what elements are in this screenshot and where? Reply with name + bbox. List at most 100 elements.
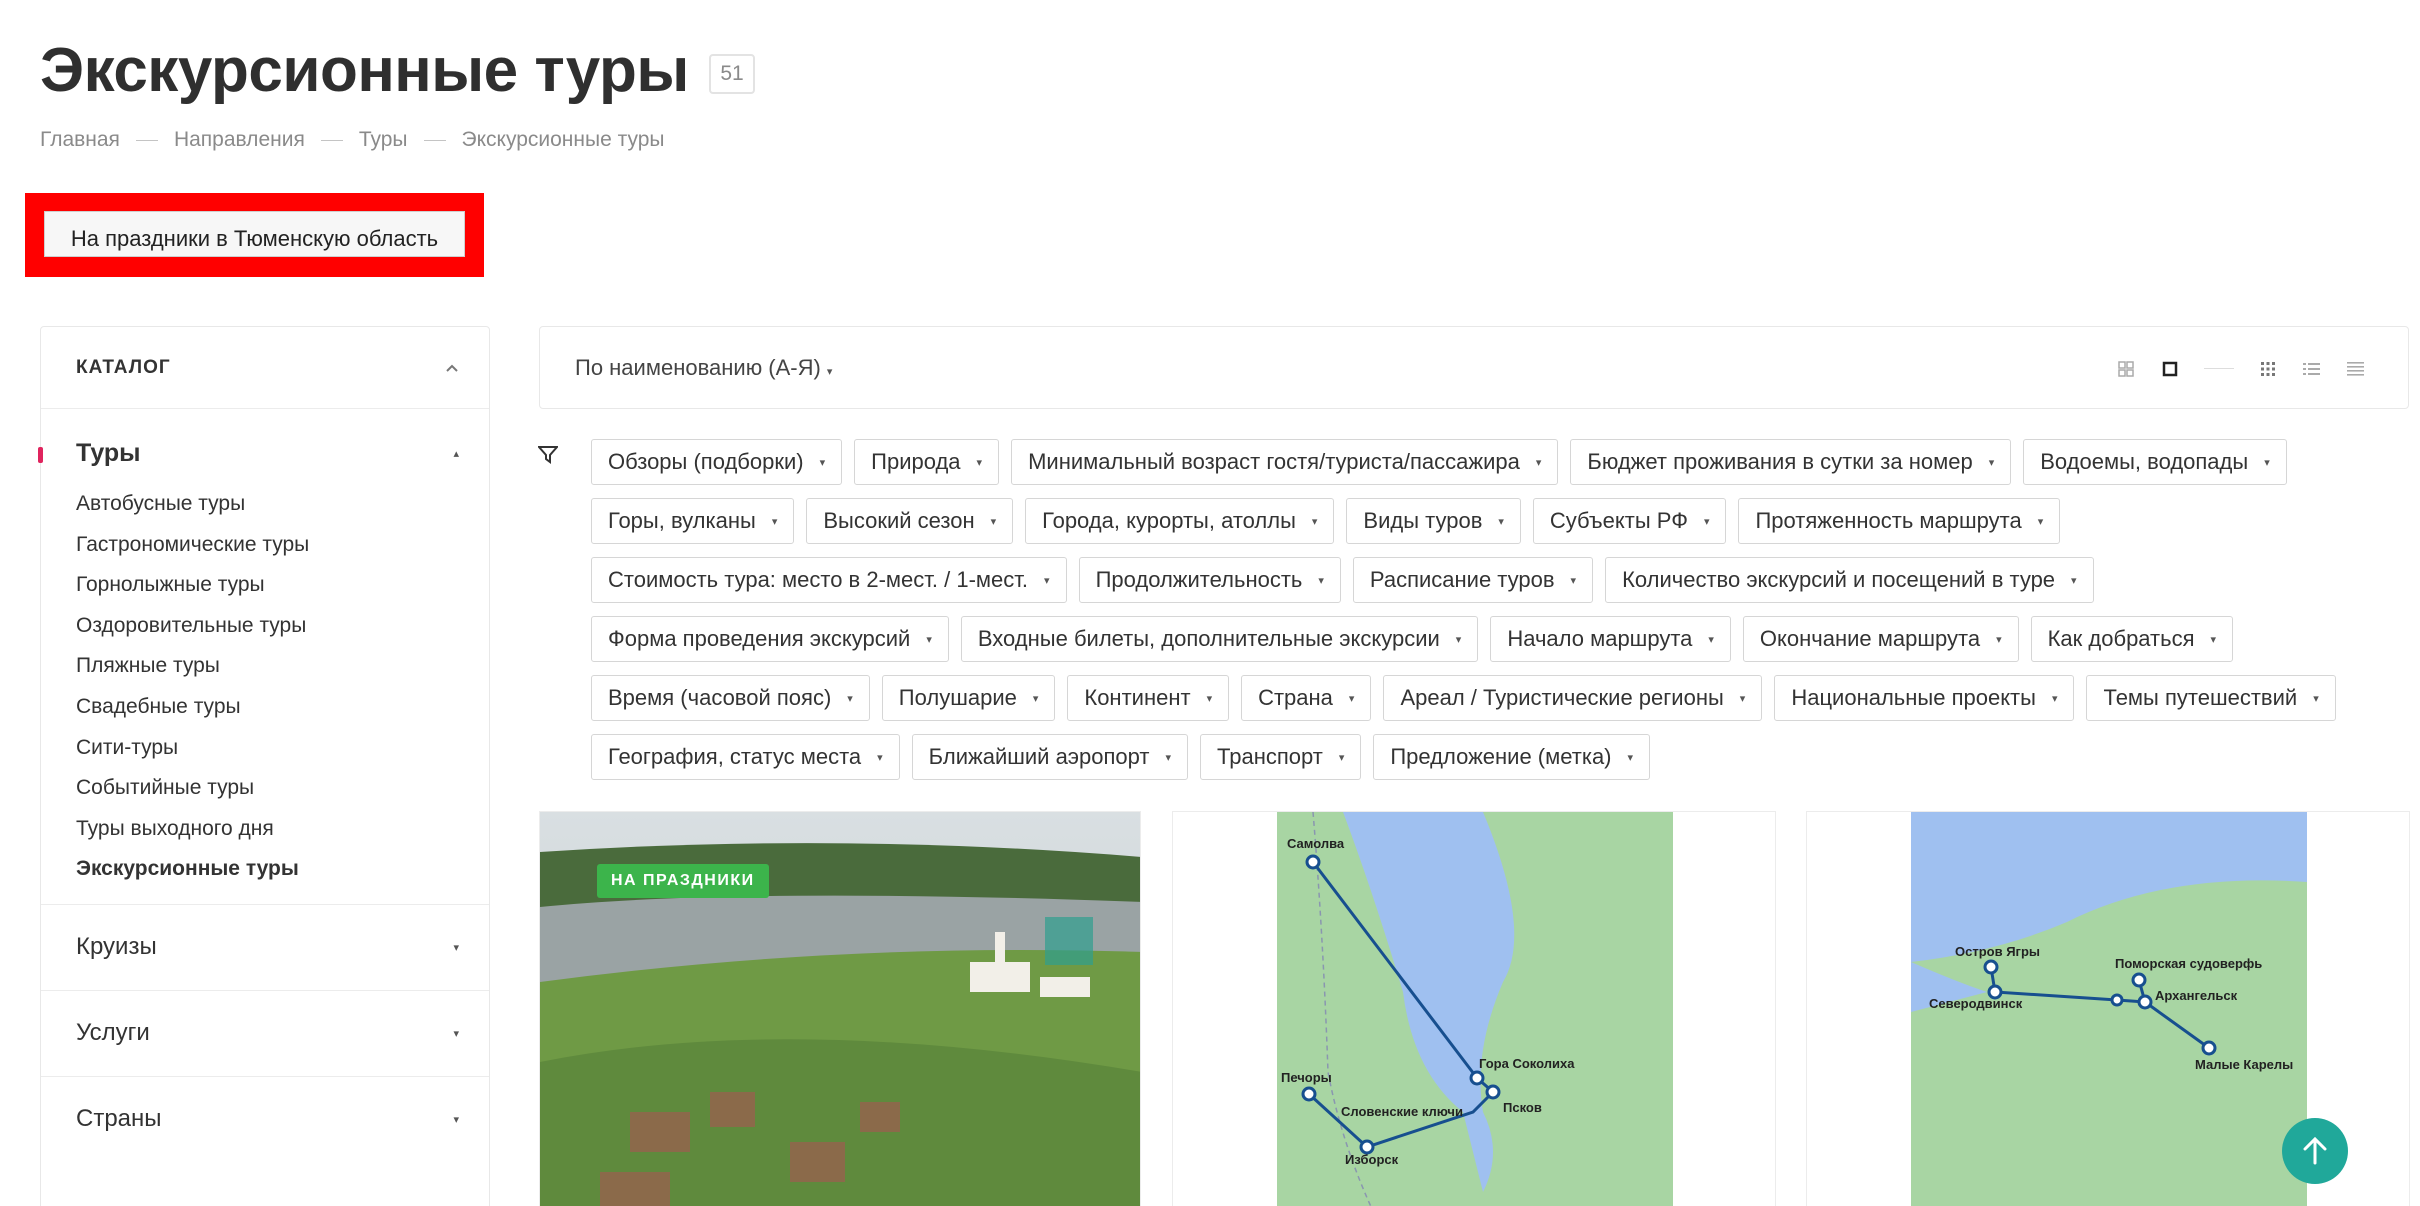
sidebar-subitem-city[interactable]: Сити-туры <box>76 728 489 769</box>
arrow-up-icon <box>2303 1137 2327 1165</box>
sidebar-subitem-gastro[interactable]: Гастрономические туры <box>76 525 489 566</box>
tour-card[interactable]: Самолва Гора Соколиха Печоры Словенские … <box>1172 811 1776 1206</box>
filter-chip[interactable]: Города, курорты, атоллы ▾ <box>1025 498 1335 544</box>
map-label: Изборск <box>1345 1152 1399 1167</box>
caret-up-icon[interactable]: ▴ <box>453 447 459 460</box>
caret-down-icon: ▾ <box>926 633 932 646</box>
filter-chip[interactable]: Темы путешествий ▾ <box>2086 675 2336 721</box>
filter-chip[interactable]: Ближайший аэропорт ▾ <box>911 734 1189 780</box>
filter-chip[interactable]: Виды туров ▾ <box>1346 498 1521 544</box>
promo-tyumen-button[interactable]: На праздники в Тюменскую область <box>44 211 465 257</box>
caret-down-icon: ▾ <box>1498 515 1504 528</box>
filter-chip[interactable]: Продолжительность ▾ <box>1078 557 1341 603</box>
sort-bar: По наименованию (А-Я) ▾ <box>539 326 2409 409</box>
sidebar-subitem-events[interactable]: Событийные туры <box>76 768 489 809</box>
sidebar-subitem-beach[interactable]: Пляжные туры <box>76 646 489 687</box>
filter-chip[interactable]: Водоемы, водопады ▾ <box>2023 439 2287 485</box>
filter-chip[interactable]: Континент ▾ <box>1067 675 1230 721</box>
sort-dropdown[interactable]: По наименованию (А-Я) ▾ <box>575 355 832 381</box>
caret-down-icon: ▾ <box>1708 633 1714 646</box>
sidebar-item-countries[interactable]: Страны ▾ <box>41 1075 489 1162</box>
map-label: Словенские ключи <box>1341 1104 1463 1119</box>
map-label: Гора Соколиха <box>1479 1056 1575 1071</box>
filter-chip[interactable]: Окончание маршрута ▾ <box>1742 616 2019 662</box>
caret-down-icon: ▾ <box>1703 515 1710 528</box>
sort-label: По наименованию (А-Я) <box>575 354 821 380</box>
filter-chip[interactable]: Расписание туров ▾ <box>1352 557 1594 603</box>
filter-chip[interactable]: Бюджет проживания в сутки за номер ▾ <box>1570 439 2012 485</box>
sidebar-subitem-excursion[interactable]: Экскурсионные туры <box>76 849 489 890</box>
caret-down-icon: ▾ <box>453 1113 459 1126</box>
filter-chip-label: Расписание туров <box>1369 567 1555 592</box>
sidebar-subitem-weekend[interactable]: Туры выходного дня <box>76 809 489 850</box>
filter-chip[interactable]: Форма проведения экскурсий ▾ <box>591 616 949 662</box>
filter-chip[interactable]: Входные билеты, дополнительные экскурсии… <box>960 616 1479 662</box>
filter-chip[interactable]: Страна ▾ <box>1241 675 1372 721</box>
filter-chip-label: Темы путешествий <box>2103 685 2298 710</box>
filter-chip[interactable]: Предложение (метка) ▾ <box>1373 734 1651 780</box>
filter-chip-label: Минимальный возраст гостя/туриста/пассаж… <box>1028 449 1520 474</box>
tile-view-icon[interactable] <box>2246 347 2290 391</box>
catalog-header[interactable]: КАТАЛОГ <box>41 327 489 409</box>
filter-chip[interactable]: Обзоры (подборки) ▾ <box>591 439 843 485</box>
map-label: Малые Карелы <box>2195 1057 2293 1072</box>
sidebar-subitem-health[interactable]: Оздоровительные туры <box>76 606 489 647</box>
grid-small-view-icon[interactable] <box>2104 347 2148 391</box>
filter-chip[interactable]: Ареал / Туристические регионы ▾ <box>1383 675 1763 721</box>
caret-down-icon: ▾ <box>1570 574 1577 587</box>
filter-chip[interactable]: Как добраться ▾ <box>2030 616 2234 662</box>
breadcrumb-current: Экскурсионные туры <box>461 128 665 151</box>
filter-chip[interactable]: Количество экскурсий и посещений в туре ▾ <box>1605 557 2094 603</box>
route-map: Самолва Гора Соколиха Печоры Словенские … <box>1173 812 1775 1206</box>
filter-chip-label: Субъекты РФ <box>1549 508 1688 533</box>
filter-chip-label: Начало маршрута <box>1507 626 1693 651</box>
map-label: Поморская судоверфь <box>2115 956 2262 971</box>
filter-chip[interactable]: Горы, вулканы ▾ <box>591 498 795 544</box>
filter-chip[interactable]: Минимальный возраст гостя/туриста/пассаж… <box>1011 439 1559 485</box>
filter-chip[interactable]: Природа ▾ <box>854 439 1000 485</box>
compact-list-view-icon[interactable] <box>2334 347 2378 391</box>
sidebar-subitem-ski[interactable]: Горнолыжные туры <box>76 565 489 606</box>
page-title: Экскурсионные туры <box>40 36 689 105</box>
filter-chip[interactable]: Стоимость тура: место в 2-мест. / 1-мест… <box>591 557 1067 603</box>
caret-down-icon: ▾ <box>771 515 778 528</box>
view-switcher <box>2104 327 2378 410</box>
filter-chip-label: Водоемы, водопады <box>2040 449 2249 474</box>
sidebar-item-cruises[interactable]: Круизы ▾ <box>41 903 489 990</box>
filter-chip-label: Транспорт <box>1217 744 1323 769</box>
filter-icon[interactable] <box>536 444 560 470</box>
sidebar-item-label: Страны <box>76 1105 162 1133</box>
sidebar-item-services[interactable]: Услуги ▾ <box>41 989 489 1076</box>
sidebar-subitem-bus[interactable]: Автобусные туры <box>76 484 489 525</box>
caret-down-icon: ▾ <box>2210 633 2217 646</box>
caret-down-icon: ▾ <box>1996 633 2002 646</box>
filter-chip[interactable]: Протяженность маршрута ▾ <box>1738 498 2061 544</box>
item-count-badge: 51 <box>709 54 755 94</box>
breadcrumb-tours[interactable]: Туры <box>359 128 408 152</box>
filter-chip[interactable]: География, статус места ▾ <box>591 734 900 780</box>
list-view-icon[interactable] <box>2290 347 2334 391</box>
tour-card[interactable]: НА ПРАЗДНИКИ <box>539 811 1141 1206</box>
filter-chip-label: Как добраться <box>2047 626 2195 651</box>
caret-down-icon: ▾ <box>1032 692 1039 705</box>
scroll-to-top-button[interactable] <box>2282 1118 2348 1184</box>
filter-chip[interactable]: Транспорт ▾ <box>1200 734 1362 780</box>
filter-chip-label: Продолжительность <box>1095 567 1303 592</box>
filter-chip-label: Окончание маршрута <box>1759 626 1981 651</box>
filter-chip-label: География, статус места <box>608 744 862 769</box>
filter-chip[interactable]: Время (часовой пояс) ▾ <box>591 675 870 721</box>
filter-chip[interactable]: Субъекты РФ ▾ <box>1532 498 1727 544</box>
grid-large-view-icon[interactable] <box>2148 347 2192 391</box>
tours-submenu: Автобусные туры Гастрономические туры Го… <box>41 468 489 904</box>
filter-chip[interactable]: Высокий сезон ▾ <box>806 498 1014 544</box>
filter-chip[interactable]: Полушарие ▾ <box>881 675 1056 721</box>
sidebar-item-tours[interactable]: Туры <box>41 439 141 468</box>
breadcrumb-directions[interactable]: Направления <box>174 128 305 152</box>
breadcrumb-home[interactable]: Главная <box>40 128 120 152</box>
sidebar-subitem-wedding[interactable]: Свадебные туры <box>76 687 489 728</box>
filter-chip-label: Ближайший аэропорт <box>928 744 1150 769</box>
filter-chip[interactable]: Национальные проекты ▾ <box>1774 675 2075 721</box>
caret-down-icon: ▾ <box>453 1027 459 1040</box>
filter-chip[interactable]: Начало маршрута ▾ <box>1490 616 1731 662</box>
filter-chip-label: Форма проведения экскурсий <box>608 626 911 651</box>
